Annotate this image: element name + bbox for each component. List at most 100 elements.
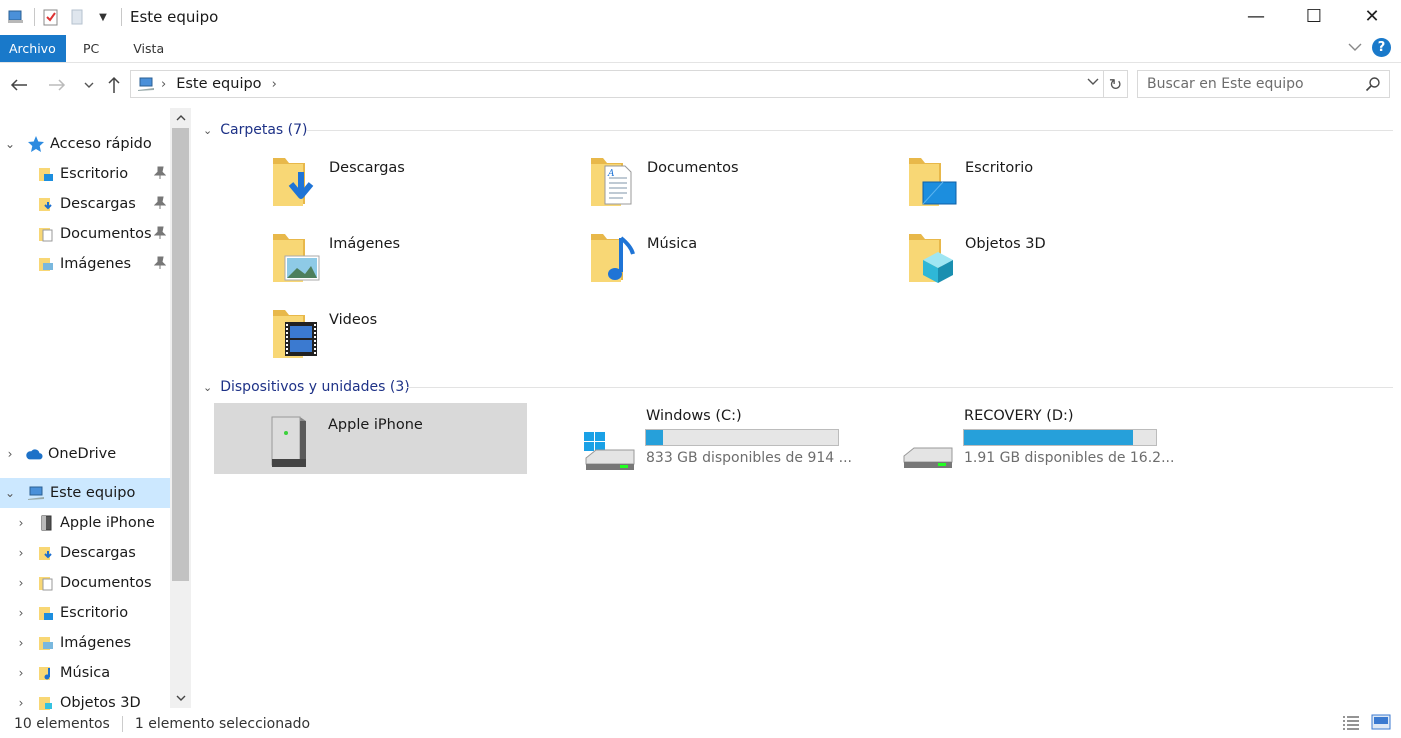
folder-musica[interactable]: Música [589,228,889,294]
breadcrumb-chevron-icon[interactable]: › [161,77,166,92]
search-icon[interactable] [1365,76,1381,96]
drive-free-space: 1.91 GB disponibles de 16.2... [964,450,1175,466]
minimize-button[interactable]: — [1227,0,1285,32]
expand-ribbon-icon[interactable] [1348,41,1362,55]
divider [307,130,1393,131]
forward-arrow-icon[interactable] [46,74,68,96]
customize-toolbar-icon[interactable]: ▼ [93,7,113,27]
recent-locations-icon[interactable] [78,74,100,96]
expand-chevron-icon[interactable]: › [14,696,28,710]
device-apple-iphone[interactable]: Apple iPhone [214,403,527,474]
expand-chevron-icon[interactable]: › [14,576,28,590]
nav-item-escritorio[interactable]: Escritorio [0,159,170,189]
search-box[interactable] [1137,70,1390,98]
nav-label: Imágenes [60,635,132,651]
properties-icon[interactable] [41,7,61,27]
pin-icon[interactable] [153,256,167,274]
nav-item-acceso-rapido[interactable]: ⌄ Acceso rápido [0,129,170,159]
collapse-chevron-icon[interactable]: ⌄ [3,486,17,500]
nav-item-este-equipo[interactable]: ⌄ Este equipo [0,478,170,508]
nav-item-apple-iphone[interactable]: › Apple iPhone [0,508,170,538]
nav-scrollbar[interactable] [170,108,191,708]
selection-count: 1 elemento seleccionado [134,716,311,732]
collapse-chevron-icon[interactable]: ⌄ [203,124,212,137]
downloads-folder-icon [271,152,327,212]
nav-item-pc-descargas[interactable]: › Descargas [0,538,170,568]
folder-documentos[interactable]: A Documentos [589,152,889,218]
nav-label: Escritorio [60,166,129,182]
pictures-folder-icon [271,228,327,288]
pin-icon[interactable] [153,226,167,244]
expand-chevron-icon[interactable]: › [14,516,28,530]
help-icon[interactable]: ? [1372,38,1391,57]
new-folder-icon[interactable] [67,7,87,27]
expand-chevron-icon[interactable]: › [14,546,28,560]
large-icons-view-icon[interactable] [1371,714,1391,734]
folder-objetos-3d[interactable]: Objetos 3D [907,228,1207,294]
music-folder-icon [37,664,55,682]
drive-windows-c[interactable]: Windows (C:) 833 GB disponibles de 914 .… [582,408,882,479]
collapse-chevron-icon[interactable]: ⌄ [3,137,17,151]
scroll-up-arrow-icon[interactable] [170,109,191,127]
details-view-icon[interactable] [1341,714,1361,734]
nav-item-pc-imagenes[interactable]: › Imágenes [0,628,170,658]
window-controls: — ☐ ✕ [1227,0,1401,32]
tab-pc[interactable]: PC [66,35,116,62]
pin-icon[interactable] [153,166,167,184]
expand-chevron-icon[interactable]: › [3,447,17,461]
folder-descargas[interactable]: Descargas [271,152,571,218]
folder-videos[interactable]: Videos [271,304,571,370]
nav-item-onedrive[interactable]: › OneDrive [0,439,170,469]
nav-item-documentos[interactable]: Documentos [0,219,170,249]
nav-label: Descargas [60,196,136,212]
expand-chevron-icon[interactable]: › [14,666,28,680]
scroll-down-arrow-icon[interactable] [170,689,191,707]
folder-label: Documentos [647,160,739,176]
breadcrumb-chevron-icon[interactable]: › [272,77,277,92]
tab-archivo[interactable]: Archivo [0,35,66,62]
breadcrumb-este-equipo[interactable]: Este equipo [176,76,261,92]
group-header-devices[interactable]: ⌄ Dispositivos y unidades (3) [203,374,1393,400]
collapse-chevron-icon[interactable]: ⌄ [203,381,212,394]
downloads-folder-icon [37,195,55,213]
scrollbar-thumb[interactable] [172,128,189,581]
group-title: Dispositivos y unidades (3) [220,379,410,395]
pictures-folder-icon [37,255,55,273]
nav-label: Acceso rápido [50,136,152,152]
address-dropdown-icon[interactable] [1087,75,1099,89]
nav-item-pc-documentos[interactable]: › Documentos [0,568,170,598]
quick-access-toolbar: ▼ Este equipo [0,0,218,34]
expand-chevron-icon[interactable]: › [14,606,28,620]
device-name: Apple iPhone [328,417,423,433]
drive-recovery-d[interactable]: RECOVERY (D:) 1.91 GB disponibles de 16.… [900,408,1200,479]
back-arrow-icon[interactable] [8,74,30,96]
svg-text:A: A [607,169,615,179]
nav-label: Música [60,665,111,681]
maximize-button[interactable]: ☐ [1285,0,1343,32]
pin-icon[interactable] [153,196,167,214]
nav-label: Imágenes [60,256,132,272]
tab-vista[interactable]: Vista [116,35,181,62]
title-bar: ▼ Este equipo — ☐ ✕ [0,0,1401,34]
item-count: 10 elementos [14,716,110,732]
nav-item-pc-musica[interactable]: › Música [0,658,170,688]
computer-icon[interactable] [6,7,26,27]
3d-objects-folder-icon [907,228,963,288]
refresh-icon[interactable]: ↻ [1104,70,1128,98]
drive-usage-bar [645,429,839,446]
divider [407,387,1393,388]
expand-chevron-icon[interactable]: › [14,636,28,650]
desktop-folder-icon [37,165,55,183]
up-arrow-icon[interactable] [103,74,125,96]
group-header-folders[interactable]: ⌄ Carpetas (7) [203,117,1393,143]
search-input[interactable] [1138,76,1358,92]
nav-item-descargas[interactable]: Descargas [0,189,170,219]
folder-imagenes[interactable]: Imágenes [271,228,571,294]
nav-label: Escritorio [60,605,129,621]
divider [121,8,122,26]
close-button[interactable]: ✕ [1343,0,1401,32]
nav-item-pc-escritorio[interactable]: › Escritorio [0,598,170,628]
nav-item-imagenes[interactable]: Imágenes [0,249,170,279]
folder-escritorio[interactable]: Escritorio [907,152,1207,218]
address-bar[interactable]: › Este equipo › [130,70,1104,98]
